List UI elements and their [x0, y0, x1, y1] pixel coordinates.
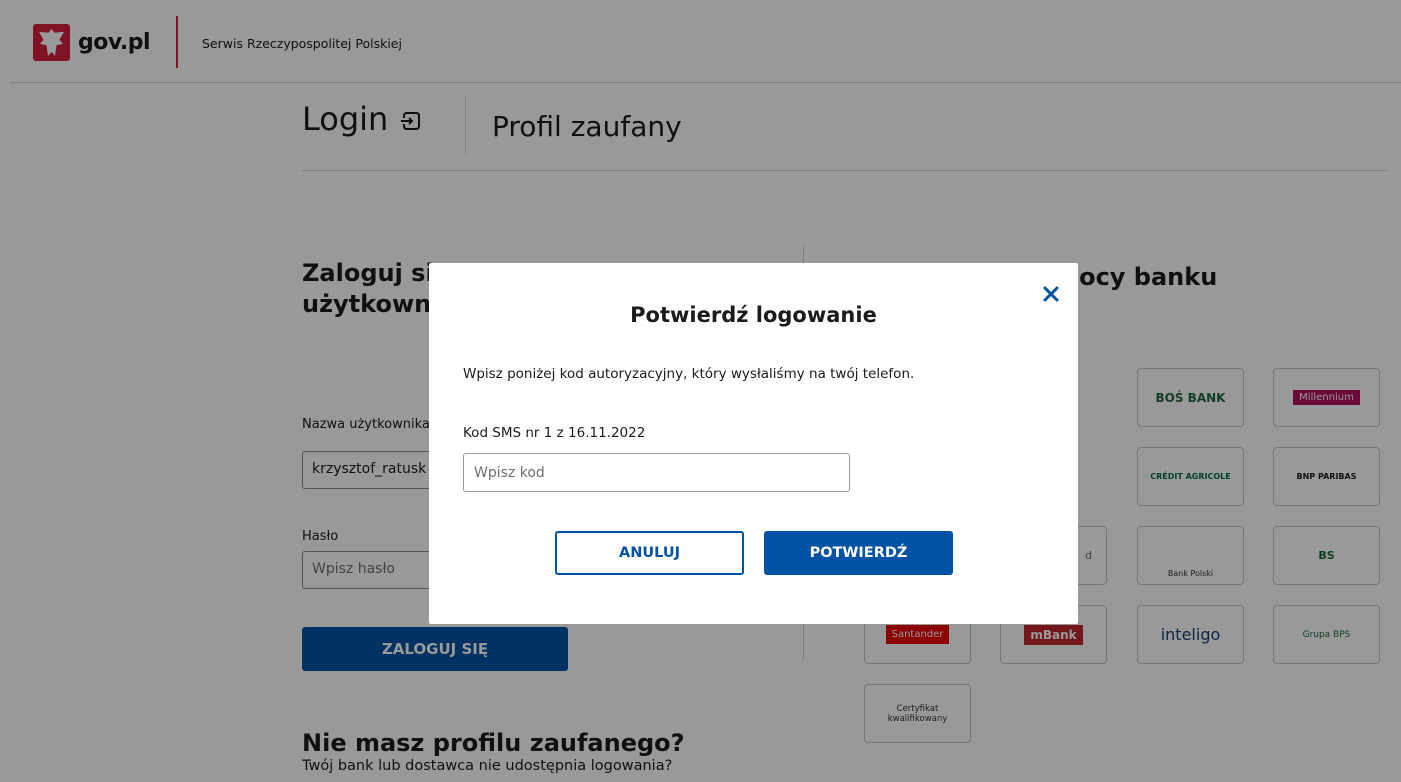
dialog-title: Potwierdź logowanie [630, 303, 877, 327]
confirm-login-dialog: Potwierdź logowanie Wpisz poniżej kod au… [429, 263, 1078, 624]
confirm-button[interactable]: POTWIERDŹ [764, 531, 953, 575]
dialog-description: Wpisz poniżej kod autoryzacyjny, który w… [463, 366, 915, 382]
sms-code-label: Kod SMS nr 1 z 16.11.2022 [463, 425, 646, 441]
cancel-button[interactable]: ANULUJ [555, 531, 744, 575]
sms-code-input[interactable] [463, 453, 850, 492]
close-icon [1043, 286, 1059, 302]
close-button[interactable] [1040, 283, 1062, 305]
